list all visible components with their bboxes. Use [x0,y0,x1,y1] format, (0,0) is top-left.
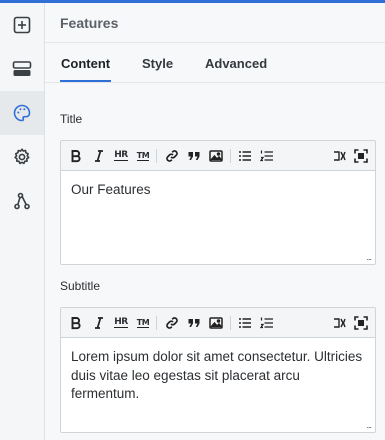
bold-button[interactable] [67,314,85,332]
settings-button[interactable] [0,135,44,179]
italic-icon [95,317,103,329]
interactions-button[interactable] [0,179,44,223]
title-editor[interactable]: HR TM Our Features ... [60,140,376,265]
italic-button[interactable] [90,147,108,165]
source-toggle-button[interactable] [331,147,349,165]
bold-icon [71,150,81,163]
fullscreen-icon [354,149,368,163]
horizontal-rule-button[interactable]: HR [112,147,130,165]
add-block-icon [13,16,31,34]
source-toggle-icon [334,318,346,328]
subtitle-editor-toolbar: HR TM [61,308,375,338]
bold-button[interactable] [67,147,85,165]
bullet-list-button[interactable] [236,314,254,332]
link-button[interactable] [163,314,181,332]
tab-style[interactable]: Style [142,56,173,71]
numbered-list-icon [260,317,273,329]
title-editor-content[interactable]: Our Features [71,181,367,200]
image-icon [209,317,223,329]
image-button[interactable] [207,147,225,165]
title-field-label: Title [60,112,83,126]
bold-icon [71,317,81,330]
layout-icon [12,61,32,76]
image-icon [209,150,223,162]
quote-icon [188,319,200,327]
layout-button[interactable] [0,47,44,91]
sidebar-rail [0,3,45,440]
tab-advanced[interactable]: Advanced [205,56,267,71]
italic-icon [95,150,103,162]
tab-content[interactable]: Content [61,56,110,71]
add-block-button[interactable] [0,3,44,47]
source-toggle-button[interactable] [331,314,349,332]
italic-button[interactable] [90,314,108,332]
fullscreen-button[interactable] [352,147,370,165]
subtitle-editor[interactable]: HR TM Lorem ipsum dolor sit amet consect… [60,307,376,433]
numbered-list-button[interactable] [258,314,276,332]
tm-icon: TM [136,318,150,328]
numbered-list-button[interactable] [258,147,276,165]
panel-tabs: Content Style Advanced [45,44,385,83]
link-button[interactable] [163,147,181,165]
active-tab-indicator [60,80,111,82]
quote-button[interactable] [185,314,203,332]
toolbar-separator [156,316,157,330]
toolbar-separator [230,149,231,163]
trademark-button[interactable]: TM [134,314,152,332]
subtitle-editor-content[interactable]: Lorem ipsum dolor sit amet consectetur. … [71,348,367,404]
source-toggle-icon [334,151,346,161]
style-palette-button[interactable] [0,91,44,135]
gear-icon [14,148,30,165]
panel-header: Features [45,3,385,43]
numbered-list-icon [260,150,273,162]
subtitle-field-label: Subtitle [60,279,101,293]
fullscreen-icon [354,316,368,330]
resize-handle[interactable]: ... [366,252,371,262]
toolbar-separator [156,149,157,163]
link-icon [166,150,178,162]
fullscreen-button[interactable] [352,314,370,332]
toolbar-separator [230,316,231,330]
bullet-list-button[interactable] [236,147,254,165]
bullet-list-icon [239,318,251,328]
resize-handle[interactable]: ... [366,420,371,430]
hr-icon: HR [114,150,128,161]
tm-icon: TM [136,151,150,161]
horizontal-rule-button[interactable]: HR [112,314,130,332]
quote-button[interactable] [185,147,203,165]
image-button[interactable] [207,314,225,332]
settings-panel: Features Content Style Advanced Title HR… [45,3,385,440]
bullet-list-icon [239,151,251,161]
trademark-button[interactable]: TM [134,147,152,165]
link-icon [166,317,178,329]
palette-icon [13,104,31,122]
panel-title: Features [60,15,119,31]
title-editor-toolbar: HR TM [61,141,375,171]
hr-icon: HR [114,317,128,328]
git-branch-icon [14,192,30,210]
quote-icon [188,152,200,160]
